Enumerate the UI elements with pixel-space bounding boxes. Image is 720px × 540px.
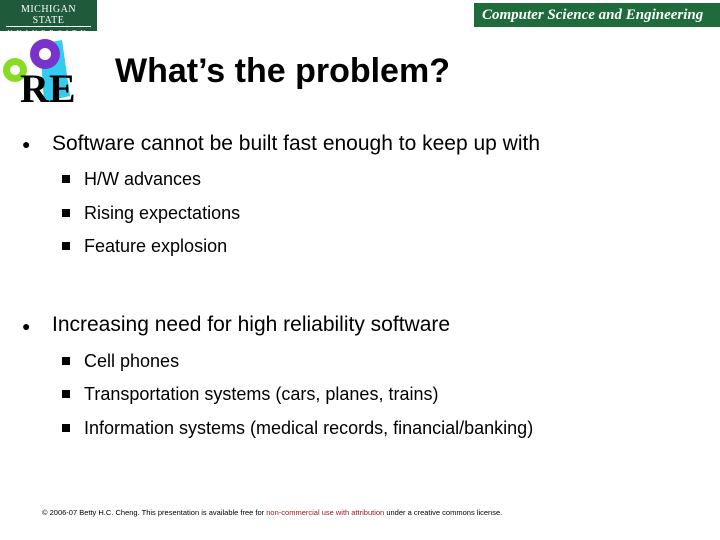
cse-banner: Computer Science and Engineering	[474, 3, 720, 27]
sub-bullet: Rising expectations	[84, 203, 241, 223]
bullet-1: Software cannot be built fast enough to …	[52, 132, 540, 155]
bullet-icon: ●	[22, 136, 31, 152]
bullet-icon: ●	[22, 318, 31, 334]
square-bullet-icon	[62, 424, 70, 432]
sub-bullet: H/W advances	[84, 169, 202, 189]
footer-text-end: under a creative commons license.	[384, 508, 503, 517]
sub-bullet: Transportation systems (cars, planes, tr…	[84, 384, 439, 404]
square-bullet-icon	[62, 175, 70, 183]
square-bullet-icon	[62, 209, 70, 217]
msu-logo-line1: MICHIGAN STATE	[6, 0, 91, 27]
bullet-2: Increasing need for high reliability sof…	[52, 313, 451, 336]
square-bullet-icon	[62, 390, 70, 398]
msu-logo: MICHIGAN STATE UNIVERSITY	[0, 0, 97, 37]
slide-title: What’s the problem?	[115, 52, 450, 90]
re-gears-logo-icon: RE	[3, 39, 75, 106]
sub-bullet: Information systems (medical records, fi…	[84, 418, 534, 438]
sub-bullet: Feature explosion	[84, 236, 228, 256]
sub-bullet: Cell phones	[84, 351, 180, 371]
svg-text:RE: RE	[20, 66, 75, 106]
square-bullet-icon	[62, 242, 70, 250]
footer-license: © 2006-07 Betty H.C. Cheng. This present…	[42, 508, 502, 517]
footer-text: © 2006-07 Betty H.C. Cheng. This present…	[42, 508, 267, 517]
square-bullet-icon	[62, 357, 70, 365]
footer-highlight: non-commercial use with attribution	[266, 508, 385, 517]
